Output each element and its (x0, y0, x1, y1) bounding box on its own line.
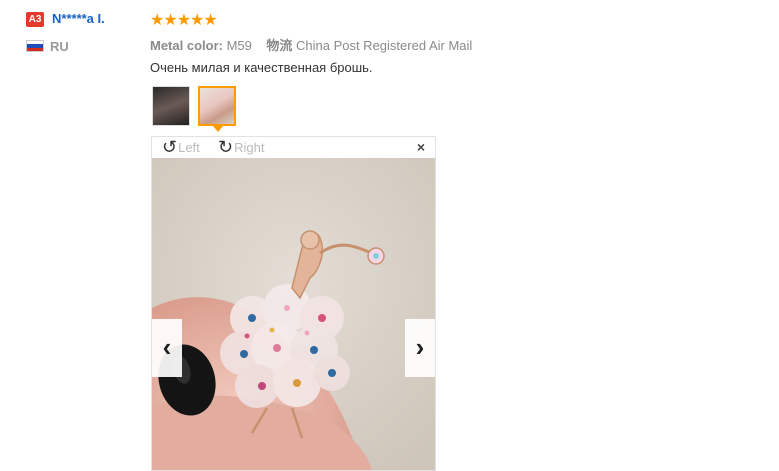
rotate-right-label: Right (234, 139, 265, 155)
review-photo-thumbnail-2[interactable] (198, 86, 236, 126)
rating-stars: ★★★★★ (150, 12, 218, 29)
next-photo-button[interactable]: › (405, 319, 435, 377)
reviewer-level-badge: A3 (26, 12, 44, 27)
review-text: Очень милая и качественная брошь. (150, 60, 373, 75)
color-value: M59 (226, 38, 252, 53)
order-meta: Metal color: M59 物流 China Post Registere… (150, 35, 472, 54)
reviewer-country: RU (50, 39, 69, 54)
shipping-value: China Post Registered Air Mail (295, 38, 473, 53)
rotate-right-button[interactable]: ↻ Right (218, 137, 264, 157)
rotate-left-icon: ↺ (162, 137, 178, 157)
color-label: Metal color: (150, 38, 223, 53)
rotate-right-icon: ↻ (218, 137, 234, 157)
photo-viewer: ↺ Left ↻ Right × ‹ › (151, 136, 436, 471)
review-photo-thumbnail-1[interactable] (152, 86, 190, 126)
close-icon[interactable]: × (417, 139, 425, 155)
russia-flag-icon (26, 40, 44, 52)
rotate-left-label: Left (178, 139, 200, 155)
rotate-left-button[interactable]: ↺ Left (162, 137, 200, 157)
viewer-toolbar: ↺ Left ↻ Right × (152, 137, 435, 158)
reviewer-name[interactable]: N*****a I. (52, 11, 105, 26)
selected-thumbnail-pointer (213, 126, 223, 132)
review-photo: ‹ › (152, 158, 435, 470)
previous-photo-button[interactable]: ‹ (152, 319, 182, 377)
shipping-label: 物流 (266, 38, 293, 53)
